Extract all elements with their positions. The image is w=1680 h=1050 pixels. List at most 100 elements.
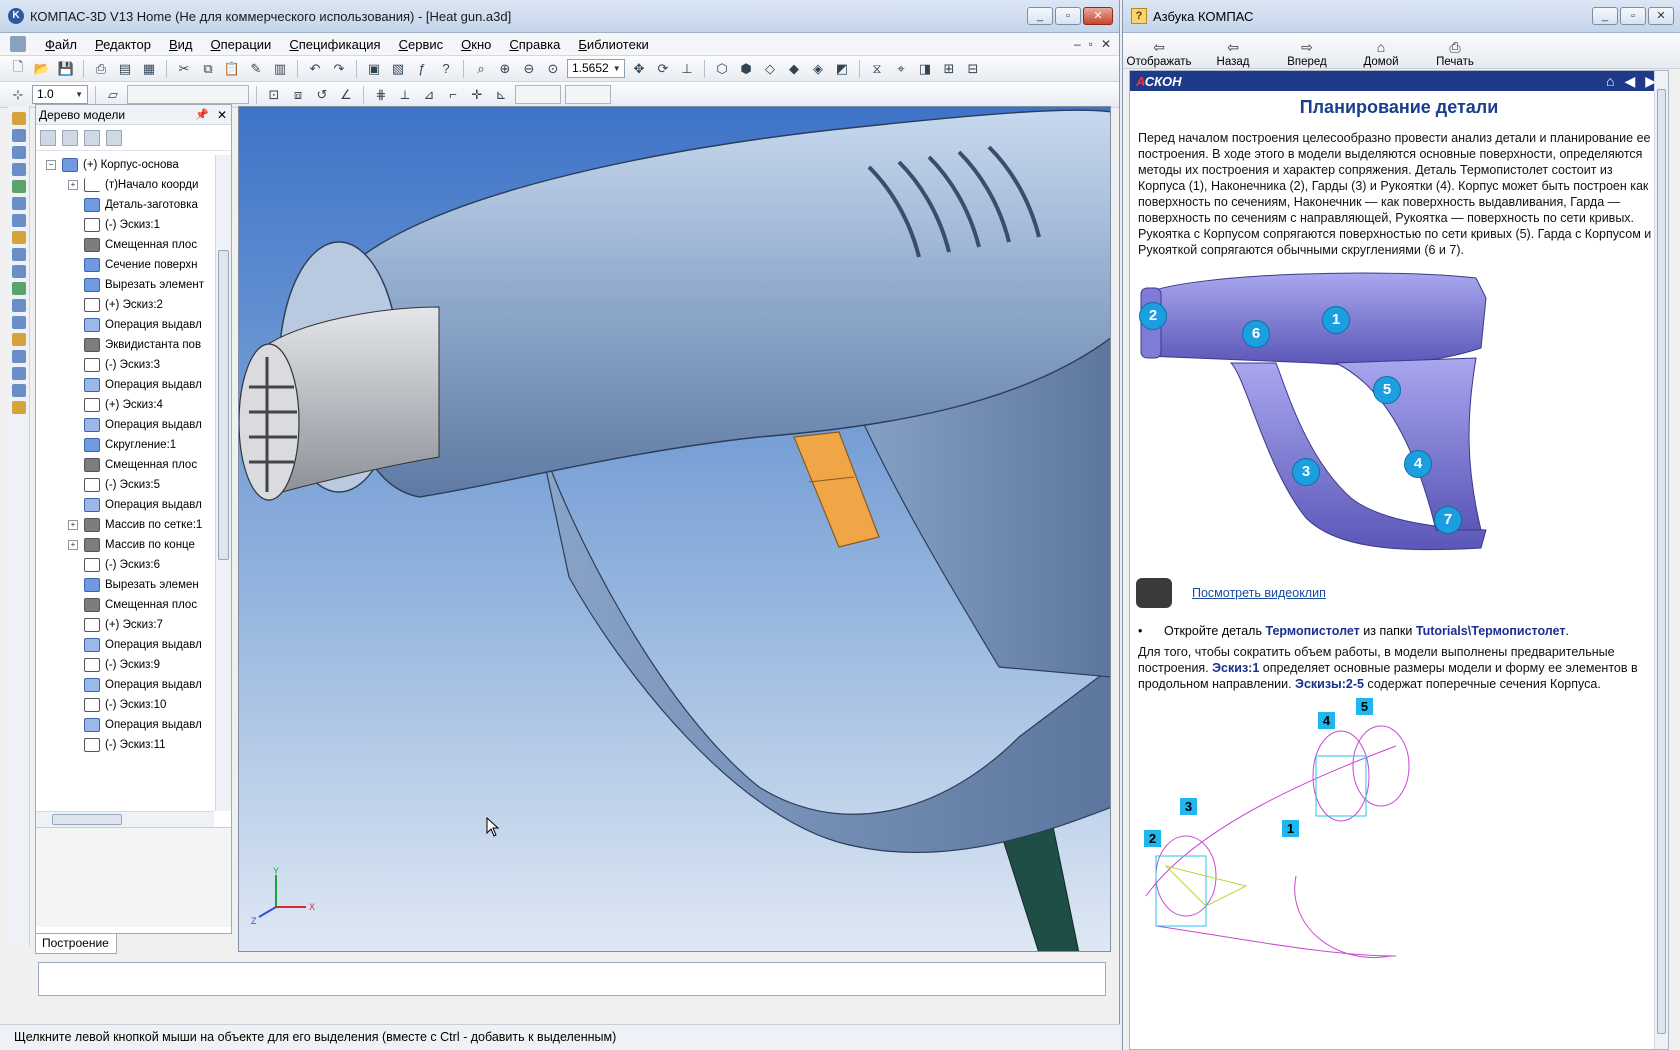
mdi-minimize-button[interactable]: – (1074, 37, 1081, 51)
menu-view[interactable]: Вид (160, 37, 202, 52)
operation-icon[interactable]: ↺ (312, 85, 332, 105)
tree-item[interactable]: Деталь-заготовка (36, 195, 214, 215)
menu-window[interactable]: Окно (452, 37, 500, 52)
model-viewport[interactable]: Y X Z (238, 106, 1111, 952)
round-icon[interactable]: ⌐ (443, 85, 463, 105)
coord-x-field[interactable] (515, 85, 561, 104)
close-icon[interactable]: ✕ (217, 108, 227, 122)
tree-item[interactable]: Операция выдавл (36, 315, 214, 335)
local-cs-icon[interactable]: ⟂ (395, 85, 415, 105)
layer-icon[interactable]: ▱ (103, 85, 123, 105)
tree-item[interactable]: Эквидистанта пов (36, 335, 214, 355)
wireframe-icon[interactable]: ⬡ (712, 59, 732, 79)
geometry-tool-icon[interactable] (11, 112, 26, 125)
tree-item[interactable]: − (+) Корпус-основа (36, 155, 214, 175)
save-icon[interactable]: 💾 (56, 59, 76, 79)
tree-list-icon[interactable] (84, 129, 100, 146)
scroll-thumb[interactable] (218, 250, 229, 560)
document-icon[interactable] (10, 36, 26, 52)
forward-button[interactable]: ⇨ Вперед (1277, 38, 1337, 68)
pin-icon[interactable]: 📌 (195, 108, 209, 121)
copy-icon[interactable]: ⧉ (198, 59, 218, 79)
tree-item[interactable]: Вырезать элемент (36, 275, 214, 295)
layout-icon[interactable]: ▦ (139, 59, 159, 79)
tree-item[interactable]: Операция выдавл (36, 715, 214, 735)
tree-item[interactable]: Скругление:1 (36, 435, 214, 455)
reports-tool-icon[interactable] (11, 265, 26, 278)
variables-icon[interactable]: ƒ (412, 59, 432, 79)
tree-item[interactable]: (-) Эскиз:5 (36, 475, 214, 495)
tree-item[interactable]: + Массив по конце (36, 535, 214, 555)
grid-icon[interactable]: ⋕ (371, 85, 391, 105)
tree-structure-icon[interactable] (40, 129, 56, 146)
tree-item[interactable]: Операция выдавл (36, 415, 214, 435)
assembly-tool-icon[interactable] (11, 350, 26, 363)
help-pointer-icon[interactable]: ? (436, 59, 456, 79)
expand-icon[interactable]: + (68, 540, 78, 550)
spec-tool-icon[interactable] (11, 248, 26, 261)
zoom-in-icon[interactable]: ⊕ (495, 59, 515, 79)
tree-item[interactable]: Смещенная плос (36, 595, 214, 615)
table-icon[interactable]: ▥ (270, 59, 290, 79)
hidden-lines-icon[interactable]: ⬢ (736, 59, 756, 79)
print-button[interactable]: ⎙ Печать (1425, 38, 1485, 68)
tree-item[interactable]: (-) Эскиз:1 (36, 215, 214, 235)
sketch-mode-icon[interactable]: ⊡ (264, 85, 284, 105)
menu-help[interactable]: Справка (500, 37, 569, 52)
menu-libraries[interactable]: Библиотеки (569, 37, 657, 52)
curves-tool-icon[interactable] (11, 146, 26, 159)
collapse-icon[interactable]: − (46, 160, 56, 170)
sheet-metal-icon[interactable] (11, 333, 26, 346)
zoom-window-icon[interactable]: ⌕ (471, 59, 491, 79)
coord-y-field[interactable] (565, 85, 611, 104)
scroll-thumb[interactable] (52, 814, 122, 825)
cut-icon[interactable]: ✂ (174, 59, 194, 79)
expand-icon[interactable]: + (68, 520, 78, 530)
menu-operations[interactable]: Операции (201, 37, 280, 52)
tree-item[interactable]: (+) Эскиз:4 (36, 395, 214, 415)
tool-strip-icon[interactable] (11, 384, 26, 397)
thin-lines-icon[interactable]: ◇ (760, 59, 780, 79)
filter-icon[interactable]: ⧖ (867, 59, 887, 79)
tree-item[interactable]: (-) Эскиз:6 (36, 555, 214, 575)
menu-file[interactable]: Файл (36, 37, 86, 52)
rotate-icon[interactable]: ⟳ (653, 59, 673, 79)
print-icon[interactable]: ⎙ (91, 59, 111, 79)
tool-strip-icon[interactable] (11, 401, 26, 414)
tree-item[interactable]: Операция выдавл (36, 375, 214, 395)
filter-tool-icon[interactable] (11, 299, 26, 312)
surfaces-tool-icon[interactable] (11, 197, 26, 210)
measure-tool-icon[interactable] (11, 282, 26, 295)
menu-editor[interactable]: Редактор (86, 37, 160, 52)
snap-icon[interactable]: ⌖ (891, 59, 911, 79)
zoom-out-icon[interactable]: ⊖ (519, 59, 539, 79)
view-manager-icon[interactable]: ◨ (915, 59, 935, 79)
mdi-restore-button[interactable]: ▫ (1089, 37, 1093, 51)
perspective-icon[interactable]: ◩ (832, 59, 852, 79)
arrays-tool-icon[interactable] (11, 180, 26, 193)
tree-item[interactable]: Смещенная плос (36, 235, 214, 255)
pan-icon[interactable]: ✥ (629, 59, 649, 79)
display-button[interactable]: ⇦ Отображать (1127, 38, 1192, 68)
home-icon[interactable]: ⌂ (1606, 73, 1614, 90)
tree-relations-icon[interactable] (106, 129, 122, 146)
tree-item[interactable]: Операция выдавл (36, 635, 214, 655)
tree-item[interactable]: + (т)Начало коорди (36, 175, 214, 195)
tree-vertical-scrollbar[interactable] (215, 155, 231, 811)
maximize-button[interactable]: ▫ (1055, 7, 1081, 25)
minimize-button[interactable]: _ (1592, 7, 1618, 25)
tree-item[interactable]: (-) Эскиз:10 (36, 695, 214, 715)
tree-view-mode-icon[interactable] (62, 129, 78, 146)
minimize-button[interactable]: _ (1027, 7, 1053, 25)
dimensions-tool-icon[interactable] (11, 214, 26, 227)
aux-geometry-icon[interactable] (11, 163, 26, 176)
hierarchy-icon[interactable]: ⊞ (939, 59, 959, 79)
tree-item[interactable]: Операция выдавл (36, 495, 214, 515)
library-icon[interactable]: ▧ (388, 59, 408, 79)
tree-item[interactable]: Операция выдавл (36, 675, 214, 695)
maximize-button[interactable]: ▫ (1620, 7, 1646, 25)
layer-combo[interactable] (127, 85, 249, 104)
close-button[interactable]: ✕ (1083, 7, 1113, 25)
step-combo[interactable]: 1.0 ▼ (32, 85, 88, 104)
properties-panel[interactable] (38, 962, 1106, 996)
